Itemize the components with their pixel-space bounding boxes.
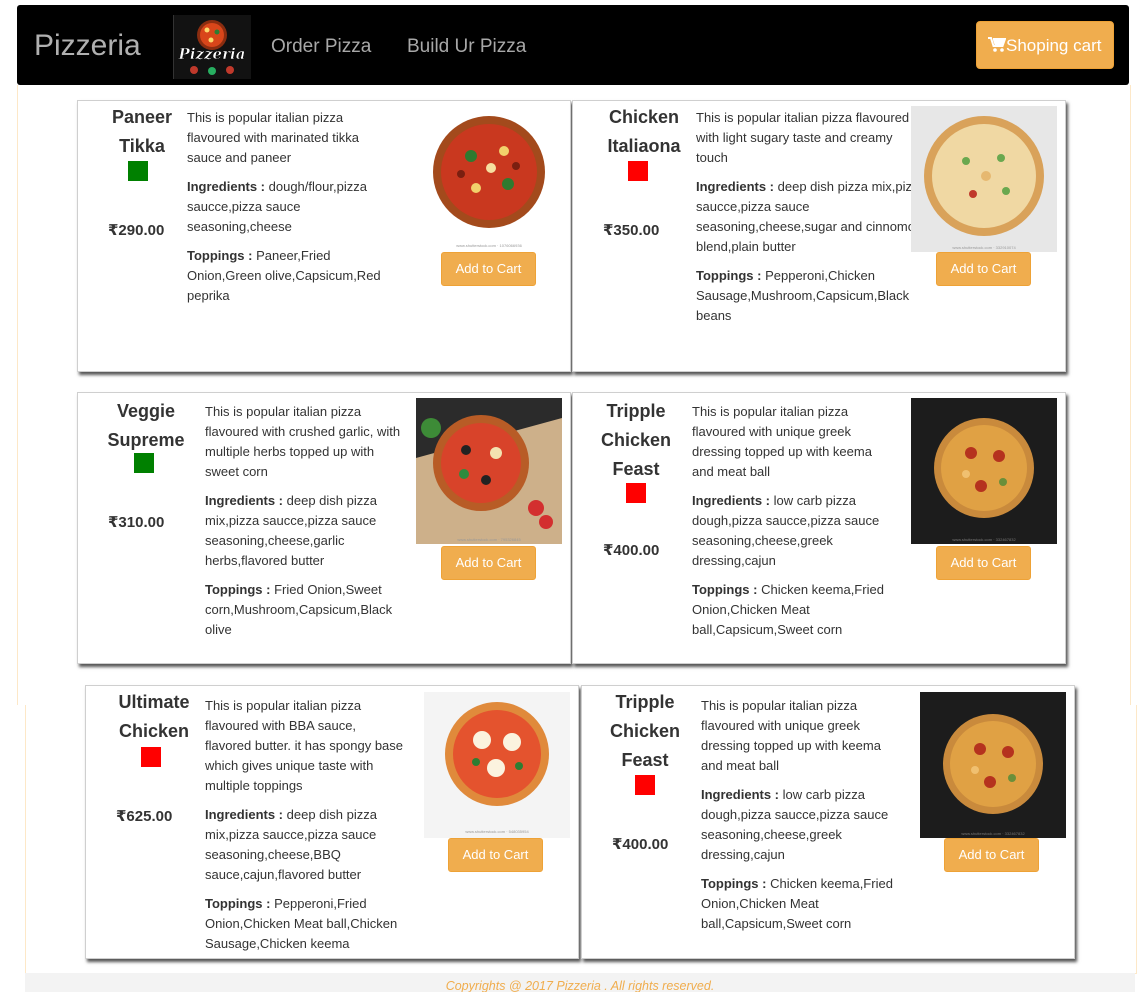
pizza-description: This is popular italian pizza flavoured … bbox=[187, 110, 359, 165]
pizza-image: www.shutterstock.com · 1076066936 bbox=[416, 106, 562, 252]
svg-text:www.shutterstock.com · 7953268: www.shutterstock.com · 795326845 bbox=[457, 537, 521, 542]
pizza-image: www.shutterstock.com · 332467832 bbox=[911, 398, 1057, 544]
pizza-description: This is popular italian pizza flavoured … bbox=[701, 698, 881, 773]
pizza-name: Ultimate Chicken bbox=[118, 692, 190, 741]
add-to-cart-button[interactable]: Add to Cart bbox=[944, 838, 1039, 872]
add-to-cart-button[interactable]: Add to Cart bbox=[936, 546, 1031, 580]
pizza-details: This is popular italian pizza flavoured … bbox=[701, 696, 901, 943]
pizza-name: Veggie Supreme bbox=[107, 401, 185, 450]
veg-indicator-icon bbox=[128, 161, 148, 181]
cart-label: Shoping cart bbox=[1006, 36, 1102, 55]
pizza-name: Chicken Italiaona bbox=[607, 107, 681, 156]
add-to-cart-button[interactable]: Add to Cart bbox=[448, 838, 543, 872]
pizza-name: Tripple Chicken Feast bbox=[600, 401, 672, 479]
pizzeria-logo[interactable]: Pizzeria bbox=[173, 15, 251, 79]
nonveg-indicator-icon bbox=[141, 747, 161, 767]
veg-indicator-icon bbox=[134, 453, 154, 473]
nonveg-indicator-icon bbox=[635, 775, 655, 795]
add-to-cart-button[interactable]: Add to Cart bbox=[441, 546, 536, 580]
pizza-price: ₹400.00 bbox=[603, 542, 660, 559]
pizza-card: Paneer Tikka ₹290.00 This is popular ital… bbox=[77, 100, 571, 372]
nonveg-indicator-icon bbox=[626, 483, 646, 503]
pizza-description: This is popular italian pizza flavoured … bbox=[205, 404, 401, 479]
svg-text:www.shutterstock.com · 5480359: www.shutterstock.com · 548035954 bbox=[465, 829, 529, 834]
footer-copyright: Copyrights @ 2017 Pizzeria . All rights … bbox=[25, 973, 1135, 992]
pizza-price: ₹290.00 bbox=[108, 222, 165, 239]
cart-icon bbox=[988, 37, 1007, 52]
nav-order-pizza[interactable]: Order Pizza bbox=[271, 36, 371, 58]
pizza-name: Paneer Tikka bbox=[111, 107, 173, 156]
pizza-image: www.shutterstock.com · 548035954 bbox=[424, 692, 570, 838]
pizza-card: Veggie Supreme ₹310.00 This is popular it… bbox=[77, 392, 571, 664]
svg-text:www.shutterstock.com · 3324678: www.shutterstock.com · 332467832 bbox=[952, 537, 1016, 542]
pizza-card: Tripple Chicken Feast ₹400.00 This is popu… bbox=[572, 392, 1066, 664]
pizza-card: Ultimate Chicken ₹625.00 This is popular … bbox=[85, 685, 579, 959]
pizza-details: This is popular italian pizza flavoured … bbox=[692, 402, 892, 649]
brand-name[interactable]: Pizzeria bbox=[34, 28, 141, 64]
navbar: Pizzeria Pizzeria Order Pizza Build Ur P… bbox=[17, 5, 1129, 85]
pizza-details: This is popular italian pizza flavoured … bbox=[205, 402, 410, 649]
logo-text: Pizzeria bbox=[178, 45, 246, 63]
nav-build-ur-pizza[interactable]: Build Ur Pizza bbox=[407, 36, 526, 58]
pizza-card: Chicken Italiaona ₹350.00 This is popular… bbox=[572, 100, 1066, 372]
pizza-image: www.shutterstock.com · 795326845 bbox=[416, 398, 562, 544]
pizza-description: This is popular italian pizza flavoured … bbox=[692, 404, 872, 479]
pizza-details: This is popular italian pizza flavoured … bbox=[187, 108, 392, 315]
pizza-description: This is popular italian pizza flavoured … bbox=[205, 698, 404, 793]
nonveg-indicator-icon bbox=[628, 161, 648, 181]
pizza-details: This is popular italian pizza flavoured … bbox=[205, 698, 404, 951]
svg-text:www.shutterstock.com · 3324678: www.shutterstock.com · 332467832 bbox=[961, 831, 1025, 836]
pizza-name: Tripple Chicken Feast bbox=[609, 692, 681, 770]
pizza-card: Tripple Chicken Feast ₹400.00 This is popu… bbox=[581, 685, 1075, 959]
pizza-price: ₹400.00 bbox=[612, 836, 669, 853]
add-to-cart-button[interactable]: Add to Cart bbox=[441, 252, 536, 286]
pizza-price: ₹350.00 bbox=[603, 222, 660, 239]
shopping-cart-button[interactable]: Shoping cart bbox=[976, 21, 1114, 69]
svg-text:www.shutterstock.com · 1076066: www.shutterstock.com · 1076066936 bbox=[456, 243, 522, 248]
pizza-image: www.shutterstock.com · 332467832 bbox=[920, 692, 1066, 838]
pizza-description: This is popular italian pizza flavoured … bbox=[696, 110, 910, 165]
pizza-details: This is popular italian pizza flavoured … bbox=[696, 110, 926, 323]
svg-text:www.shutterstock.com · 3329100: www.shutterstock.com · 332910074 bbox=[952, 245, 1016, 250]
pizza-price: ₹310.00 bbox=[108, 514, 165, 531]
pizza-price: ₹625.00 bbox=[116, 808, 173, 825]
add-to-cart-button[interactable]: Add to Cart bbox=[936, 252, 1031, 286]
pizza-image: www.shutterstock.com · 332910074 bbox=[911, 106, 1057, 252]
